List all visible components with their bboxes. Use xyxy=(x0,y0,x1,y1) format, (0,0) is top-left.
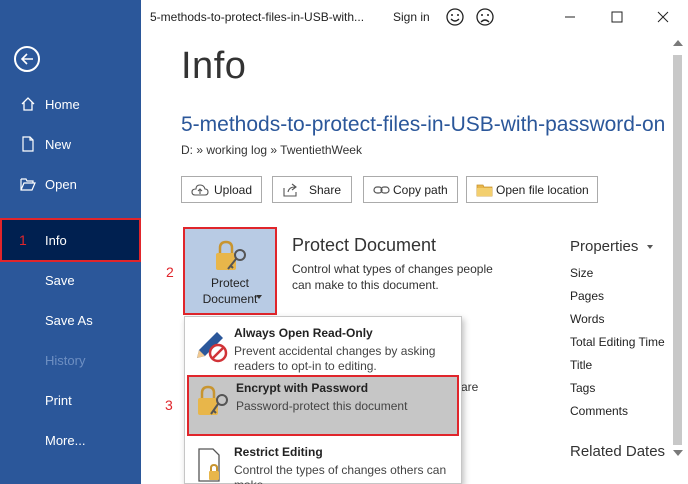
properties-label: Properties xyxy=(570,238,639,255)
protect-document-menu: Always Open Read-Only Prevent accidental… xyxy=(184,316,462,484)
step-marker-2: 2 xyxy=(166,264,174,280)
frown-icon[interactable] xyxy=(475,7,495,27)
sidebar-item-home[interactable]: Home xyxy=(0,84,141,124)
menu-item-title: Always Open Read-Only xyxy=(234,326,373,340)
menu-item-title: Encrypt with Password xyxy=(236,381,369,395)
protect-document-heading: Protect Document xyxy=(292,235,437,255)
chevron-down-icon xyxy=(256,295,262,299)
scroll-up-icon[interactable] xyxy=(673,40,683,46)
sidebar-item-new[interactable]: New xyxy=(0,124,141,164)
menu-item-restrict-editing[interactable]: Restrict Editing Control the types of ch… xyxy=(187,439,459,484)
share-label: Share xyxy=(309,183,342,197)
sidebar-item-label: Home xyxy=(45,96,80,112)
folder-icon xyxy=(476,184,493,197)
sidebar-item-label: Save As xyxy=(45,312,93,328)
sidebar-item-open[interactable]: Open xyxy=(0,164,141,204)
sidebar-item-more[interactable]: More... xyxy=(0,420,141,460)
upload-button[interactable]: Upload xyxy=(181,176,262,203)
menu-item-description: Password-protect this document xyxy=(236,399,408,413)
protect-tile-label-1: Protect xyxy=(210,276,249,290)
menu-item-always-open-read-only[interactable]: Always Open Read-Only Prevent accidental… xyxy=(187,320,459,374)
protect-document-button[interactable]: Protect Document xyxy=(183,227,277,315)
property-words: Words xyxy=(570,312,605,326)
copy-path-label: Copy path xyxy=(393,183,448,197)
open-file-location-button[interactable]: Open file location xyxy=(466,176,598,203)
property-title: Title xyxy=(570,358,593,372)
sidebar-item-save[interactable]: Save xyxy=(0,260,141,300)
scroll-down-icon[interactable] xyxy=(673,450,683,456)
property-tags: Tags xyxy=(570,381,596,395)
property-total-editing-time: Total Editing Time xyxy=(570,335,665,349)
copy-path-button[interactable]: Copy path xyxy=(363,176,458,203)
step-marker-1: 1 xyxy=(19,232,27,248)
maximize-icon[interactable] xyxy=(607,7,627,27)
restrict-document-icon xyxy=(198,448,220,482)
lock-key-icon xyxy=(216,240,246,270)
sidebar-item-history: History xyxy=(0,340,141,380)
close-icon[interactable] xyxy=(653,7,673,27)
page-title: Info xyxy=(181,45,247,87)
sidebar-item-label: Info xyxy=(45,232,67,248)
home-icon xyxy=(21,97,35,111)
property-pages: Pages xyxy=(570,289,605,303)
backstage-sidebar: Home New Open Info 1 Save Save As Histor… xyxy=(0,0,141,484)
sidebar-item-label: More... xyxy=(45,432,86,448)
menu-item-encrypt-with-password[interactable]: Encrypt with Password Password-protect t… xyxy=(187,375,459,436)
sidebar-item-label: Print xyxy=(45,392,72,408)
upload-label: Upload xyxy=(214,183,253,197)
share-icon xyxy=(283,183,297,197)
window-title: 5-methods-to-protect-files-in-USB-with..… xyxy=(150,10,365,24)
properties-heading[interactable]: Properties xyxy=(570,238,653,255)
document-name: 5-methods-to-protect-files-in-USB-with-p… xyxy=(181,113,666,136)
title-bar: 5-methods-to-protect-files-in-USB-with..… xyxy=(141,0,688,34)
back-button[interactable] xyxy=(14,46,40,72)
property-size: Size xyxy=(570,266,594,280)
new-document-icon xyxy=(22,136,34,152)
back-arrow-icon xyxy=(20,53,33,65)
sign-in-link[interactable]: Sign in xyxy=(393,10,430,24)
menu-item-description: Control the types of changes others can … xyxy=(234,463,447,484)
pencil-no-icon xyxy=(197,332,228,363)
sidebar-item-label: Open xyxy=(45,176,77,192)
link-icon xyxy=(373,186,390,194)
breadcrumb[interactable]: D: » working log » TwentiethWeek xyxy=(181,143,362,157)
sidebar-item-label: Save xyxy=(45,272,75,288)
smile-icon[interactable] xyxy=(445,7,465,27)
share-button[interactable]: Share xyxy=(272,176,352,203)
open-folder-icon xyxy=(20,178,36,191)
sidebar-item-print[interactable]: Print xyxy=(0,380,141,420)
partial-text: are xyxy=(461,380,479,394)
open-file-location-label: Open file location xyxy=(496,183,589,197)
related-dates-heading: Related Dates xyxy=(570,443,666,460)
sidebar-item-label: History xyxy=(45,352,86,368)
menu-item-title: Restrict Editing xyxy=(234,445,323,459)
scrollbar-thumb[interactable] xyxy=(673,55,682,445)
sidebar-item-label: New xyxy=(45,136,72,152)
menu-item-description: Prevent accidental changes by asking rea… xyxy=(234,344,436,373)
lock-key-icon xyxy=(198,385,228,415)
step-marker-3: 3 xyxy=(165,397,173,413)
chevron-down-icon xyxy=(646,245,653,250)
property-comments: Comments xyxy=(570,404,629,418)
sidebar-item-save-as[interactable]: Save As xyxy=(0,300,141,340)
protect-document-description: Control what types of changes people can… xyxy=(292,262,493,292)
upload-cloud-icon xyxy=(191,184,209,196)
minimize-icon[interactable] xyxy=(560,7,580,27)
